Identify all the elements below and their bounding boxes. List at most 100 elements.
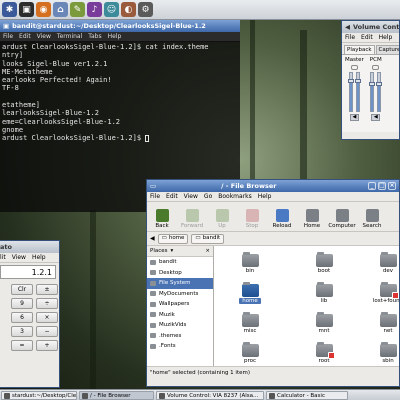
computer-button[interactable]: Computer (328, 209, 356, 229)
menu-item-help[interactable]: Help (258, 193, 272, 200)
forward-button[interactable]: Forward (179, 209, 205, 229)
volume-titlebar[interactable]: ◀ Volume Cont (342, 21, 399, 33)
folder-item[interactable]: home (230, 282, 270, 304)
volume-slider[interactable] (347, 72, 354, 112)
places-header[interactable]: Places ▾ × (147, 246, 213, 257)
close-button[interactable]: × (388, 182, 396, 190)
volume-slider[interactable] (376, 72, 383, 112)
up-button[interactable]: Up (209, 209, 235, 229)
settings-launcher-icon[interactable]: ⚙ (138, 2, 153, 17)
sidebar-item[interactable]: MyDocuments (147, 289, 213, 300)
tab-playback[interactable]: Playback (344, 45, 375, 54)
folder-item[interactable]: proc (230, 342, 270, 364)
menu-item-file[interactable]: File (150, 193, 160, 200)
menu-item-go[interactable]: Go (204, 193, 212, 200)
calc-button[interactable]: ± (36, 284, 58, 295)
back-button[interactable]: Back (149, 209, 175, 229)
folder-item[interactable]: bin (230, 252, 270, 274)
sidebar-item[interactable]: .themes (147, 331, 213, 342)
mute-speaker-icon[interactable]: ◀ (349, 114, 359, 121)
slider-knob[interactable] (347, 79, 354, 84)
calc-button[interactable]: + (36, 340, 58, 351)
sidebar-item[interactable]: Desktop (147, 268, 213, 279)
slider-knob[interactable] (354, 79, 361, 84)
menu-item-edit[interactable]: Edit (19, 33, 31, 40)
location-back-arrow-icon[interactable]: ◀ (150, 235, 155, 242)
terminal-launcher-icon[interactable]: ▣ (19, 2, 34, 17)
folder-item[interactable]: sbin (368, 342, 399, 364)
menu-item-help[interactable]: Help (108, 33, 122, 40)
calc-button[interactable]: Clr (11, 284, 33, 295)
calc-button[interactable]: 9 (11, 298, 33, 309)
menu-item-terminal[interactable]: Terminal (57, 33, 82, 40)
volume-control-window[interactable]: ◀ Volume Cont File Edit Help Playback Captu… (341, 20, 400, 140)
slider-knob[interactable] (376, 81, 383, 86)
reload-button[interactable]: Reload (269, 209, 295, 229)
taskbar-button[interactable]: / - File Browser (79, 391, 154, 400)
web-browser-launcher-icon[interactable]: ◉ (36, 2, 51, 17)
folder-item[interactable]: misc (230, 312, 270, 334)
music-launcher-icon[interactable]: ♪ (87, 2, 102, 17)
image-launcher-icon[interactable]: ◐ (121, 2, 136, 17)
terminal-output[interactable]: ardust ClearlooksSigel-Blue-1.2]$ cat in… (0, 42, 240, 144)
menu-foot-icon[interactable]: ✱ (2, 2, 17, 17)
menu-item-file[interactable]: File (345, 34, 355, 41)
calc-button[interactable]: − (36, 326, 58, 337)
menu-item-edit[interactable]: Edit (166, 193, 178, 200)
lock-channels-icon[interactable] (350, 65, 358, 70)
calculator-titlebar[interactable]: ato (0, 241, 59, 253)
calc-button[interactable]: 3 (11, 326, 33, 337)
taskbar-button[interactable]: Calculator - Basic (266, 391, 348, 400)
home-button[interactable]: Home (299, 209, 325, 229)
menu-item-bookmarks[interactable]: Bookmarks (218, 193, 252, 200)
folder-item[interactable]: net (368, 312, 399, 334)
menu-item-help[interactable]: Help (32, 254, 46, 261)
sidebar-item[interactable]: .Fonts (147, 341, 213, 352)
sidebar-item[interactable]: MuzikVids (147, 320, 213, 331)
volume-slider[interactable] (369, 72, 376, 112)
terminal-titlebar[interactable]: ▣ bandit@stardust:~/Desktop/ClearlooksSi… (0, 20, 240, 32)
close-sidebar-icon[interactable]: × (205, 248, 210, 254)
calc-button[interactable]: × (36, 312, 58, 323)
taskbar-button[interactable]: Volume Control: VIA 8237 (Alsa... (156, 391, 264, 400)
menu-item-view[interactable]: View (12, 254, 26, 261)
editor-launcher-icon[interactable]: ✎ (70, 2, 85, 17)
sidebar-item[interactable]: bandit (147, 257, 213, 268)
menu-item-file[interactable]: File (3, 33, 13, 40)
chat-launcher-icon[interactable]: ☺ (104, 2, 119, 17)
stop-button[interactable]: Stop (239, 209, 265, 229)
lock-channels-icon[interactable] (372, 65, 380, 70)
menu-item-lit[interactable]: lit (0, 254, 6, 261)
folder-item[interactable]: boot (304, 252, 344, 274)
menu-item-view[interactable]: View (37, 33, 51, 40)
menu-item-tabs[interactable]: Tabs (88, 33, 101, 40)
folder-item[interactable]: dev (368, 252, 399, 274)
folder-item[interactable]: mnt (304, 312, 344, 334)
tab-capture[interactable]: Capture (375, 45, 399, 54)
menu-item-view[interactable]: View (184, 193, 198, 200)
calc-button[interactable]: 6 (11, 312, 33, 323)
file-browser-titlebar[interactable]: ▭ / - File Browser _ □ × (147, 180, 399, 192)
file-grid[interactable]: bin boot dev home lib lost+found misc mnt net pro… (214, 246, 399, 366)
breadcrumb-home[interactable]: ▭ home (157, 233, 189, 244)
folder-item[interactable]: lib (304, 282, 344, 304)
minimize-button[interactable]: _ (368, 182, 376, 190)
folder-item[interactable]: root (304, 342, 344, 364)
file-manager-launcher-icon[interactable]: ⌂ (53, 2, 68, 17)
slider-knob[interactable] (369, 81, 376, 86)
search-button[interactable]: Search (359, 209, 385, 229)
taskbar-button[interactable]: stardust:~/Desktop/Cle... (1, 391, 77, 400)
volume-slider[interactable] (354, 72, 361, 112)
maximize-button[interactable]: □ (378, 182, 386, 190)
breadcrumb-bandit[interactable]: ▭ bandit (191, 233, 225, 244)
menu-item-help[interactable]: Help (379, 34, 393, 41)
calc-button[interactable]: = (11, 340, 33, 351)
folder-item[interactable]: lost+found (368, 282, 399, 304)
calculator-window[interactable]: ato lit View Help 1.2.1 Clr ±9 ÷ 6 × 3− = + (0, 240, 60, 388)
mute-speaker-icon[interactable]: ◀ (371, 114, 381, 121)
menu-item-edit[interactable]: Edit (361, 34, 373, 41)
calc-button[interactable]: ÷ (36, 298, 58, 309)
sidebar-item[interactable]: File System (147, 278, 213, 289)
file-browser-window[interactable]: ▭ / - File Browser _ □ × File Edit View Go B… (146, 179, 400, 387)
sidebar-item[interactable]: Muzik (147, 310, 213, 321)
